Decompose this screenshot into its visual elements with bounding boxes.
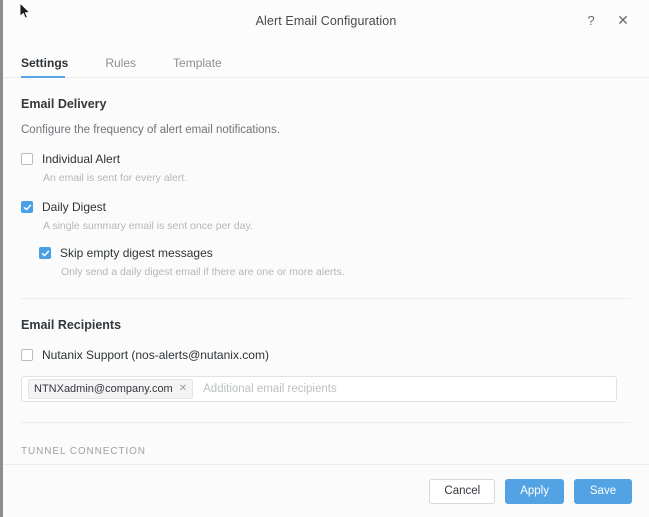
section-divider-1 [21, 298, 631, 299]
recipients-input-placeholder: Additional email recipients [203, 383, 337, 395]
option-skip-empty-digest-help: Only send a daily digest email if there … [61, 266, 345, 278]
tab-settings[interactable]: Settings [21, 56, 83, 78]
dialog-content: Email Delivery Configure the frequency o… [3, 78, 649, 464]
checkbox-individual-alert[interactable] [21, 153, 33, 165]
check-icon [41, 250, 49, 256]
email-delivery-heading: Email Delivery [21, 97, 107, 111]
option-individual-alert[interactable]: Individual Alert [21, 152, 631, 166]
recipient-chip[interactable]: NTNXadmin@company.com ✕ [28, 379, 194, 399]
dialog-footer: Cancel Apply Save [3, 464, 649, 517]
email-recipients-heading: Email Recipients [21, 318, 122, 332]
option-daily-digest-label: Daily Digest [42, 200, 107, 214]
option-nutanix-support-label: Nutanix Support (nos-alerts@nutanix.com) [42, 348, 269, 362]
recipients-input[interactable]: NTNXadmin@company.com ✕ Additional email… [21, 376, 617, 402]
option-daily-digest[interactable]: Daily Digest [21, 200, 631, 214]
close-icon[interactable]: ✕ [613, 11, 633, 31]
section-divider-2 [21, 422, 631, 423]
help-icon[interactable]: ? [581, 11, 601, 31]
dialog-titlebar: Alert Email Configuration ? ✕ [3, 0, 649, 41]
tab-template[interactable]: Template [171, 56, 237, 77]
dialog-title: Alert Email Configuration [255, 13, 397, 28]
titlebar-actions: ? ✕ [581, 11, 649, 31]
option-nutanix-support[interactable]: Nutanix Support (nos-alerts@nutanix.com) [21, 348, 631, 362]
tab-rules[interactable]: Rules [103, 56, 151, 77]
chip-remove-icon[interactable]: ✕ [179, 384, 187, 394]
checkbox-daily-digest[interactable] [21, 201, 33, 213]
option-individual-alert-help: An email is sent for every alert. [43, 172, 188, 184]
option-daily-digest-help: A single summary email is sent once per … [43, 220, 253, 232]
tunnel-connection-heading: TUNNEL CONNECTION [21, 446, 146, 457]
apply-button[interactable]: Apply [505, 478, 564, 504]
tab-bar: Settings Rules Template [3, 41, 649, 78]
option-skip-empty-digest-label: Skip empty digest messages [60, 246, 213, 260]
cancel-button[interactable]: Cancel [429, 478, 496, 504]
checkbox-skip-empty-digest[interactable] [39, 247, 51, 259]
alert-email-configuration-dialog: Alert Email Configuration ? ✕ Settings R… [0, 0, 649, 517]
checkbox-nutanix-support[interactable] [21, 349, 33, 361]
option-skip-empty-digest[interactable]: Skip empty digest messages [39, 246, 631, 260]
option-individual-alert-label: Individual Alert [42, 152, 121, 166]
check-icon [23, 204, 31, 210]
recipient-chip-label: NTNXadmin@company.com [34, 383, 173, 395]
email-delivery-description: Configure the frequency of alert email n… [21, 124, 280, 136]
save-button[interactable]: Save [574, 478, 632, 504]
